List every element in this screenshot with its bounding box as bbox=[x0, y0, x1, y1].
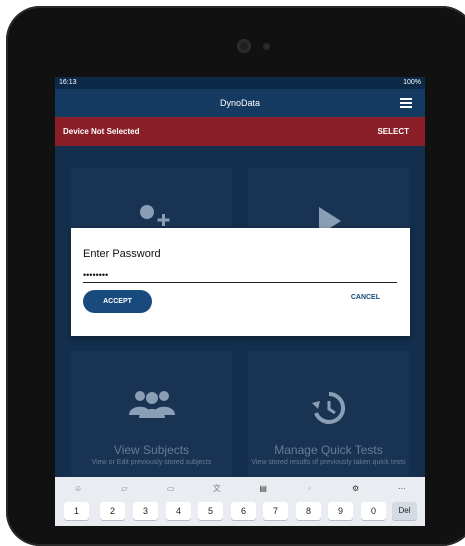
status-time: 16:13 bbox=[59, 79, 77, 86]
dialog-scrim bbox=[55, 146, 425, 526]
key-0[interactable]: 0 bbox=[361, 502, 386, 520]
accept-button[interactable]: ACCEPT bbox=[83, 290, 152, 313]
translate-icon[interactable]: 文 bbox=[207, 483, 227, 494]
emoji-icon[interactable]: ☺ bbox=[68, 484, 88, 493]
delete-key[interactable]: Del bbox=[392, 502, 417, 520]
key-9[interactable]: 9 bbox=[328, 502, 353, 520]
cancel-button[interactable]: CANCEL bbox=[351, 294, 380, 301]
keyboard-toolbar: ☺ ▱ ▭ 文 ▤ ◦ ⚙ ··· bbox=[55, 477, 425, 499]
key-2[interactable]: 2 bbox=[100, 502, 125, 520]
front-camera bbox=[237, 39, 251, 53]
key-6[interactable]: 6 bbox=[231, 502, 256, 520]
clipboard-icon[interactable]: ▤ bbox=[253, 484, 273, 493]
select-device-button[interactable]: SELECT bbox=[377, 127, 409, 136]
key-8[interactable]: 8 bbox=[296, 502, 321, 520]
keyboard-number-row: 1 2 3 4 5 6 7 8 9 0 Del bbox=[55, 499, 425, 526]
key-1[interactable]: 1 bbox=[64, 502, 89, 520]
device-status-text: Device Not Selected bbox=[63, 127, 140, 136]
password-dialog: Enter Password ACCEPT CANCEL bbox=[71, 228, 410, 336]
key-5[interactable]: 5 bbox=[198, 502, 223, 520]
settings-icon[interactable]: ⚙ bbox=[346, 484, 366, 493]
app-bar: DynoData bbox=[55, 89, 425, 117]
hamburger-menu-icon[interactable] bbox=[400, 98, 412, 108]
battery-level: 100% bbox=[403, 79, 421, 86]
dialog-title: Enter Password bbox=[83, 248, 161, 260]
key-4[interactable]: 4 bbox=[166, 502, 191, 520]
light-sensor bbox=[263, 43, 270, 50]
gif-icon[interactable]: ▭ bbox=[161, 484, 181, 493]
more-icon[interactable]: ··· bbox=[392, 484, 412, 493]
app-title: DynoData bbox=[219, 98, 261, 108]
tablet-screen: 16:13 100% DynoData Device Not Selected … bbox=[55, 77, 425, 526]
device-status-banner: Device Not Selected SELECT bbox=[55, 117, 425, 146]
key-3[interactable]: 3 bbox=[133, 502, 158, 520]
microphone-icon[interactable]: ◦ bbox=[299, 484, 319, 493]
sticker-icon[interactable]: ▱ bbox=[114, 484, 134, 493]
key-7[interactable]: 7 bbox=[263, 502, 288, 520]
password-input[interactable] bbox=[83, 268, 397, 283]
status-bar: 16:13 100% bbox=[55, 77, 425, 89]
